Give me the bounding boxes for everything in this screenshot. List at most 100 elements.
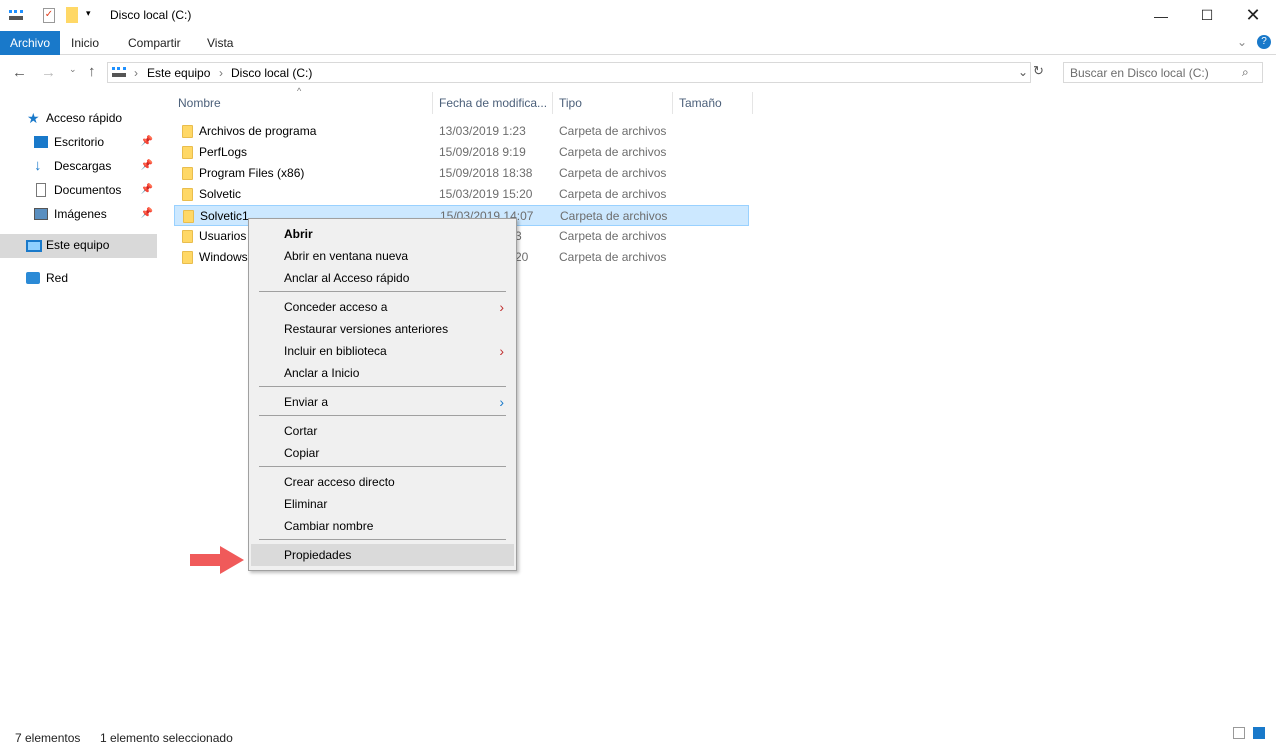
menu-item-label: Incluir en biblioteca: [284, 344, 387, 358]
file-name: Windows: [199, 250, 248, 264]
folder-icon: [182, 167, 193, 180]
chevron-down-icon[interactable]: ⌄: [1018, 65, 1028, 79]
file-name: Solvetic: [199, 187, 242, 201]
address-bar[interactable]: › Este equipo › Disco local (C:) ⌄: [107, 62, 1031, 83]
file-row[interactable]: Program Files (x86) 15/09/2018 18:38 Car…: [174, 163, 749, 184]
menu-item[interactable]: Copiar: [251, 442, 514, 464]
file-type: Carpeta de archivos: [559, 145, 667, 159]
menu-item-label: Cambiar nombre: [284, 519, 374, 533]
sidebar-item-label: Documentos: [54, 183, 122, 197]
pin-icon[interactable]: 📌: [141, 155, 153, 177]
star-icon: ★: [27, 110, 40, 126]
sidebar-item-label: Red: [46, 271, 69, 285]
tab-archivo[interactable]: Archivo: [0, 31, 61, 55]
file-date: 15/09/2018 9:19: [439, 145, 526, 159]
sidebar-item-label: Acceso rápido: [46, 111, 123, 125]
file-row[interactable]: Archivos de programa 13/03/2019 1:23 Car…: [174, 121, 749, 142]
tab-vista[interactable]: Vista: [197, 31, 243, 55]
menu-separator: [259, 466, 506, 467]
sidebar-item-descargas[interactable]: ↓ Descargas 📌: [0, 155, 157, 177]
menu-item-label: Abrir: [284, 227, 313, 241]
sidebar-item-label: Imágenes: [54, 207, 107, 221]
sidebar-item-label: Descargas: [54, 159, 112, 173]
menu-separator: [259, 291, 506, 292]
folder-icon: [182, 125, 193, 138]
pin-icon[interactable]: 📌: [141, 203, 153, 225]
menu-item[interactable]: Propiedades: [251, 544, 514, 566]
large-icons-view-button[interactable]: [1253, 727, 1265, 739]
pin-icon[interactable]: 📌: [141, 179, 153, 201]
back-button[interactable]: ←: [12, 64, 27, 81]
menu-item-label: Restaurar versiones anteriores: [284, 322, 449, 336]
sidebar-item-acceso-rapido[interactable]: ★ Acceso rápido: [0, 107, 157, 129]
folder-icon: [183, 210, 194, 223]
menu-item[interactable]: Abrir en ventana nueva: [251, 245, 514, 267]
sidebar-item-imagenes[interactable]: Imágenes 📌: [0, 203, 157, 225]
maximize-button[interactable]: ☐: [1184, 0, 1230, 31]
menu-item[interactable]: Conceder acceso a ›: [251, 296, 514, 318]
context-menu: Abrir Abrir en ventana nueva Anclar al Acc…: [248, 218, 517, 571]
minimize-button[interactable]: —: [1138, 0, 1184, 31]
tab-inicio[interactable]: Inicio: [61, 31, 109, 55]
file-name: Usuarios: [199, 229, 247, 243]
menu-item[interactable]: Eliminar: [251, 493, 514, 515]
file-type: Carpeta de archivos: [559, 187, 667, 201]
column-header-fecha[interactable]: Fecha de modifica...: [433, 92, 553, 114]
customize-toolbar-icon[interactable]: ▾: [86, 8, 91, 19]
menu-item[interactable]: Anclar al Acceso rápido: [251, 267, 514, 289]
submenu-arrow-icon: ›: [499, 299, 504, 315]
column-header-tamano[interactable]: Tamaño: [673, 92, 753, 114]
properties-icon[interactable]: ✓: [43, 8, 55, 23]
folder-icon: [182, 230, 193, 243]
tab-compartir[interactable]: Compartir: [118, 31, 191, 55]
details-view-button[interactable]: [1233, 727, 1245, 739]
expand-ribbon-icon[interactable]: ⌄: [1237, 35, 1247, 49]
recent-locations-icon[interactable]: ⌄: [69, 64, 77, 75]
breadcrumb-disco-local[interactable]: Disco local (C:): [231, 66, 312, 80]
file-row[interactable]: Solvetic 15/03/2019 15:20 Carpeta de arc…: [174, 184, 749, 205]
pin-icon[interactable]: 📌: [141, 131, 153, 153]
forward-button[interactable]: →: [41, 64, 56, 81]
close-button[interactable]: ✕: [1230, 0, 1276, 31]
column-header-tipo[interactable]: Tipo: [553, 92, 673, 114]
menu-separator: [259, 539, 506, 540]
help-icon[interactable]: ?: [1257, 35, 1271, 49]
sidebar-item-red[interactable]: Red: [0, 267, 157, 289]
column-header-nombre[interactable]: Nombre: [172, 92, 433, 114]
menu-separator: [259, 415, 506, 416]
menu-separator: [259, 386, 506, 387]
menu-item[interactable]: Cortar: [251, 420, 514, 442]
menu-item[interactable]: Crear acceso directo: [251, 471, 514, 493]
menu-item-label: Propiedades: [284, 548, 352, 562]
ribbon: Archivo Inicio Compartir Vista ⌄ ?: [0, 31, 1276, 55]
breadcrumb-este-equipo[interactable]: Este equipo: [147, 66, 210, 80]
network-icon: [26, 272, 40, 284]
sidebar-item-este-equipo[interactable]: Este equipo: [0, 234, 157, 258]
menu-item-label: Anclar al Acceso rápido: [284, 271, 410, 285]
download-icon: ↓: [34, 157, 42, 174]
search-input[interactable]: Buscar en Disco local (C:): [1063, 62, 1263, 83]
menu-item[interactable]: Cambiar nombre: [251, 515, 514, 537]
menu-item[interactable]: Abrir: [251, 223, 514, 245]
file-type: Carpeta de archivos: [559, 250, 667, 264]
menu-item[interactable]: Incluir en biblioteca ›: [251, 340, 514, 362]
file-row[interactable]: PerfLogs 15/09/2018 9:19 Carpeta de arch…: [174, 142, 749, 163]
menu-item-label: Abrir en ventana nueva: [284, 249, 409, 263]
file-type: Carpeta de archivos: [559, 166, 667, 180]
menu-item[interactable]: Anclar a Inicio: [251, 362, 514, 384]
title-bar: ✓ ▾ Disco local (C:) — ☐ ✕: [0, 0, 1276, 31]
file-date: 15/09/2018 18:38: [439, 166, 533, 180]
refresh-icon[interactable]: ↻: [1033, 63, 1049, 83]
new-folder-icon[interactable]: [66, 7, 78, 23]
folder-icon: [182, 188, 193, 201]
up-button[interactable]: ↑: [88, 63, 96, 80]
sidebar-item-documentos[interactable]: Documentos 📌: [0, 179, 157, 201]
menu-item[interactable]: Restaurar versiones anteriores: [251, 318, 514, 340]
folder-icon: [182, 146, 193, 159]
sidebar-item-label: Escritorio: [54, 135, 105, 149]
menu-item-label: Anclar a Inicio: [284, 366, 360, 380]
sidebar-item-escritorio[interactable]: Escritorio 📌: [0, 131, 157, 153]
menu-item[interactable]: Enviar a ›: [251, 391, 514, 413]
file-type: Carpeta de archivos: [559, 124, 667, 138]
file-name: Archivos de programa: [199, 124, 317, 138]
